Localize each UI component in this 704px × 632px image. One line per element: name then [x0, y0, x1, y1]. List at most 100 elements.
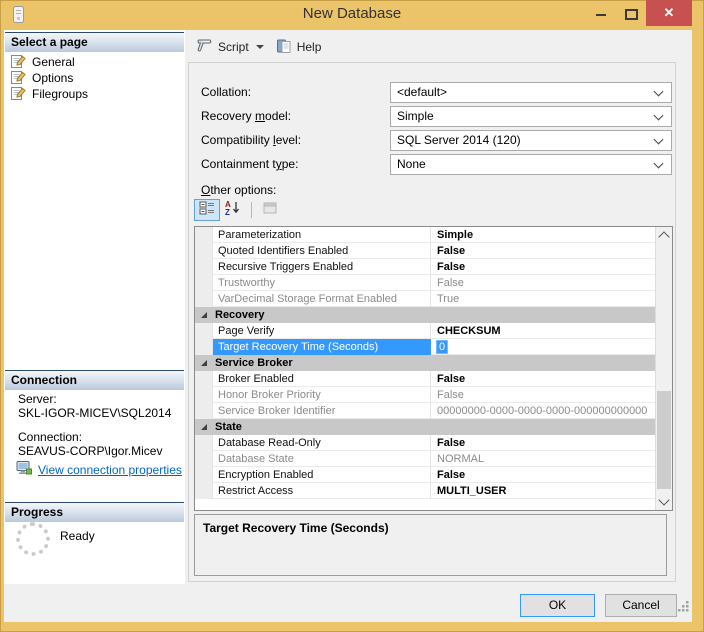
- titlebar[interactable]: New Database ✕: [0, 0, 704, 30]
- connection-label: Connection:: [18, 430, 82, 444]
- dialog-toolbar: Script Help: [190, 34, 327, 60]
- grid-property-row[interactable]: Broker EnabledFalse: [195, 371, 656, 387]
- chevron-down-icon[interactable]: [654, 111, 664, 121]
- progress-status: Ready: [60, 529, 95, 543]
- grid-property-row[interactable]: Recursive Triggers EnabledFalse: [195, 259, 656, 275]
- grid-property-row[interactable]: Quoted Identifiers EnabledFalse: [195, 243, 656, 259]
- property-name[interactable]: Recursive Triggers Enabled: [213, 259, 431, 275]
- property-value[interactable]: False: [431, 435, 656, 451]
- compatibility-level-combobox[interactable]: SQL Server 2014 (120): [390, 130, 672, 151]
- property-grid: ParameterizationSimpleQuoted Identifiers…: [194, 226, 673, 511]
- property-name[interactable]: Database Read-Only: [213, 435, 431, 451]
- select-a-page-header: Select a page: [5, 32, 184, 52]
- scroll-down-arrow-icon[interactable]: [658, 494, 669, 505]
- property-value[interactable]: False: [431, 243, 656, 259]
- row-gutter: [195, 227, 213, 243]
- grid-property-row[interactable]: Honor Broker PriorityFalse: [195, 387, 656, 403]
- left-panel: Select a page GeneralOptionsFilegroups C…: [4, 30, 185, 584]
- grid-scrollbar[interactable]: [655, 227, 672, 510]
- property-name[interactable]: Broker Enabled: [213, 371, 431, 387]
- grid-property-row[interactable]: VarDecimal Storage Format EnabledTrue: [195, 291, 656, 307]
- combobox-value: None: [397, 157, 426, 171]
- script-dropdown-arrow-icon[interactable]: [256, 45, 264, 49]
- grid-property-row[interactable]: ParameterizationSimple: [195, 227, 656, 243]
- compatibility-level-label: Compatibility level:: [201, 130, 301, 151]
- help-button[interactable]: Help: [270, 35, 328, 60]
- resize-grip[interactable]: [676, 599, 690, 618]
- grid-property-row[interactable]: Database Read-OnlyFalse: [195, 435, 656, 451]
- property-name[interactable]: VarDecimal Storage Format Enabled: [213, 291, 431, 307]
- row-gutter: [195, 323, 213, 339]
- sort-alphabetical-icon: AZ: [225, 200, 241, 220]
- description-title: Target Recovery Time (Seconds): [203, 521, 666, 535]
- page-list: GeneralOptionsFilegroups: [10, 54, 183, 102]
- property-value[interactable]: False: [431, 371, 656, 387]
- sidebar-item-filegroups[interactable]: Filegroups: [10, 86, 183, 102]
- category-name: Recovery: [207, 307, 265, 323]
- row-gutter: [195, 259, 213, 275]
- script-button[interactable]: Script: [190, 35, 270, 59]
- property-value[interactable]: False: [431, 259, 656, 275]
- property-value[interactable]: 00000000-0000-0000-0000-000000000000: [431, 403, 656, 419]
- property-name[interactable]: Parameterization: [213, 227, 431, 243]
- grid-property-row[interactable]: Service Broker Identifier00000000-0000-0…: [195, 403, 656, 419]
- property-name[interactable]: Service Broker Identifier: [213, 403, 431, 419]
- property-value[interactable]: Simple: [431, 227, 656, 243]
- property-name[interactable]: Target Recovery Time (Seconds): [213, 339, 431, 355]
- grid-property-row[interactable]: Target Recovery Time (Seconds) 0: [195, 339, 656, 355]
- selected-edit-text[interactable]: 0: [437, 341, 447, 353]
- property-name[interactable]: Page Verify: [213, 323, 431, 339]
- page-item-label: Filegroups: [32, 87, 88, 101]
- grid-property-row[interactable]: TrustworthyFalse: [195, 275, 656, 291]
- property-name[interactable]: Restrict Access: [213, 483, 431, 499]
- grid-category-row[interactable]: State: [195, 419, 656, 435]
- property-value[interactable]: False: [431, 467, 656, 483]
- maximize-icon: [625, 9, 638, 20]
- property-pages-button: [257, 199, 283, 221]
- row-gutter: [195, 387, 213, 403]
- property-value[interactable]: False: [431, 275, 656, 291]
- chevron-down-icon[interactable]: [654, 135, 664, 145]
- grid-property-row[interactable]: Database StateNORMAL: [195, 451, 656, 467]
- containment-type-label: Containment type:: [201, 154, 298, 175]
- maximize-button[interactable]: [616, 0, 646, 26]
- minimize-button[interactable]: [586, 0, 616, 26]
- cancel-button[interactable]: Cancel: [605, 594, 677, 617]
- property-value[interactable]: True: [431, 291, 656, 307]
- property-name[interactable]: Database State: [213, 451, 431, 467]
- property-value[interactable]: NORMAL: [431, 451, 656, 467]
- property-value[interactable]: MULTI_USER: [431, 483, 656, 499]
- chevron-down-icon[interactable]: [654, 159, 664, 169]
- collation-combobox[interactable]: <default>: [390, 82, 672, 103]
- grid-property-row[interactable]: Restrict AccessMULTI_USER: [195, 483, 656, 499]
- property-name[interactable]: Honor Broker Priority: [213, 387, 431, 403]
- property-name[interactable]: Quoted Identifiers Enabled: [213, 243, 431, 259]
- recovery-model-combobox[interactable]: Simple: [390, 106, 672, 127]
- grid-category-row[interactable]: Recovery: [195, 307, 656, 323]
- compatibility-level-row: Compatibility level: SQL Server 2014 (120…: [189, 130, 675, 151]
- containment-type-combobox[interactable]: None: [390, 154, 672, 175]
- property-value[interactable]: 0: [431, 339, 656, 355]
- row-gutter: [195, 371, 213, 387]
- property-value[interactable]: False: [431, 387, 656, 403]
- alphabetical-sort-button[interactable]: AZ: [220, 199, 246, 221]
- connection-header: Connection: [5, 370, 184, 390]
- scrollbar-thumb[interactable]: [657, 391, 671, 489]
- ok-button[interactable]: OK: [520, 594, 595, 617]
- categorized-view-icon: [199, 201, 215, 220]
- scroll-up-arrow-icon[interactable]: [658, 231, 669, 242]
- view-connection-properties-link[interactable]: View connection properties: [38, 463, 182, 477]
- property-value[interactable]: CHECKSUM: [431, 323, 656, 339]
- property-name[interactable]: Encryption Enabled: [213, 467, 431, 483]
- svg-text:Z: Z: [225, 208, 230, 215]
- sidebar-item-options[interactable]: Options: [10, 70, 183, 86]
- row-gutter: [195, 483, 213, 499]
- grid-category-row[interactable]: Service Broker: [195, 355, 656, 371]
- close-button[interactable]: ✕: [646, 0, 692, 26]
- chevron-down-icon[interactable]: [654, 87, 664, 97]
- sidebar-item-general[interactable]: General: [10, 54, 183, 70]
- grid-property-row[interactable]: Page VerifyCHECKSUM: [195, 323, 656, 339]
- property-name[interactable]: Trustworthy: [213, 275, 431, 291]
- categorized-view-button[interactable]: [194, 199, 220, 221]
- grid-property-row[interactable]: Encryption EnabledFalse: [195, 467, 656, 483]
